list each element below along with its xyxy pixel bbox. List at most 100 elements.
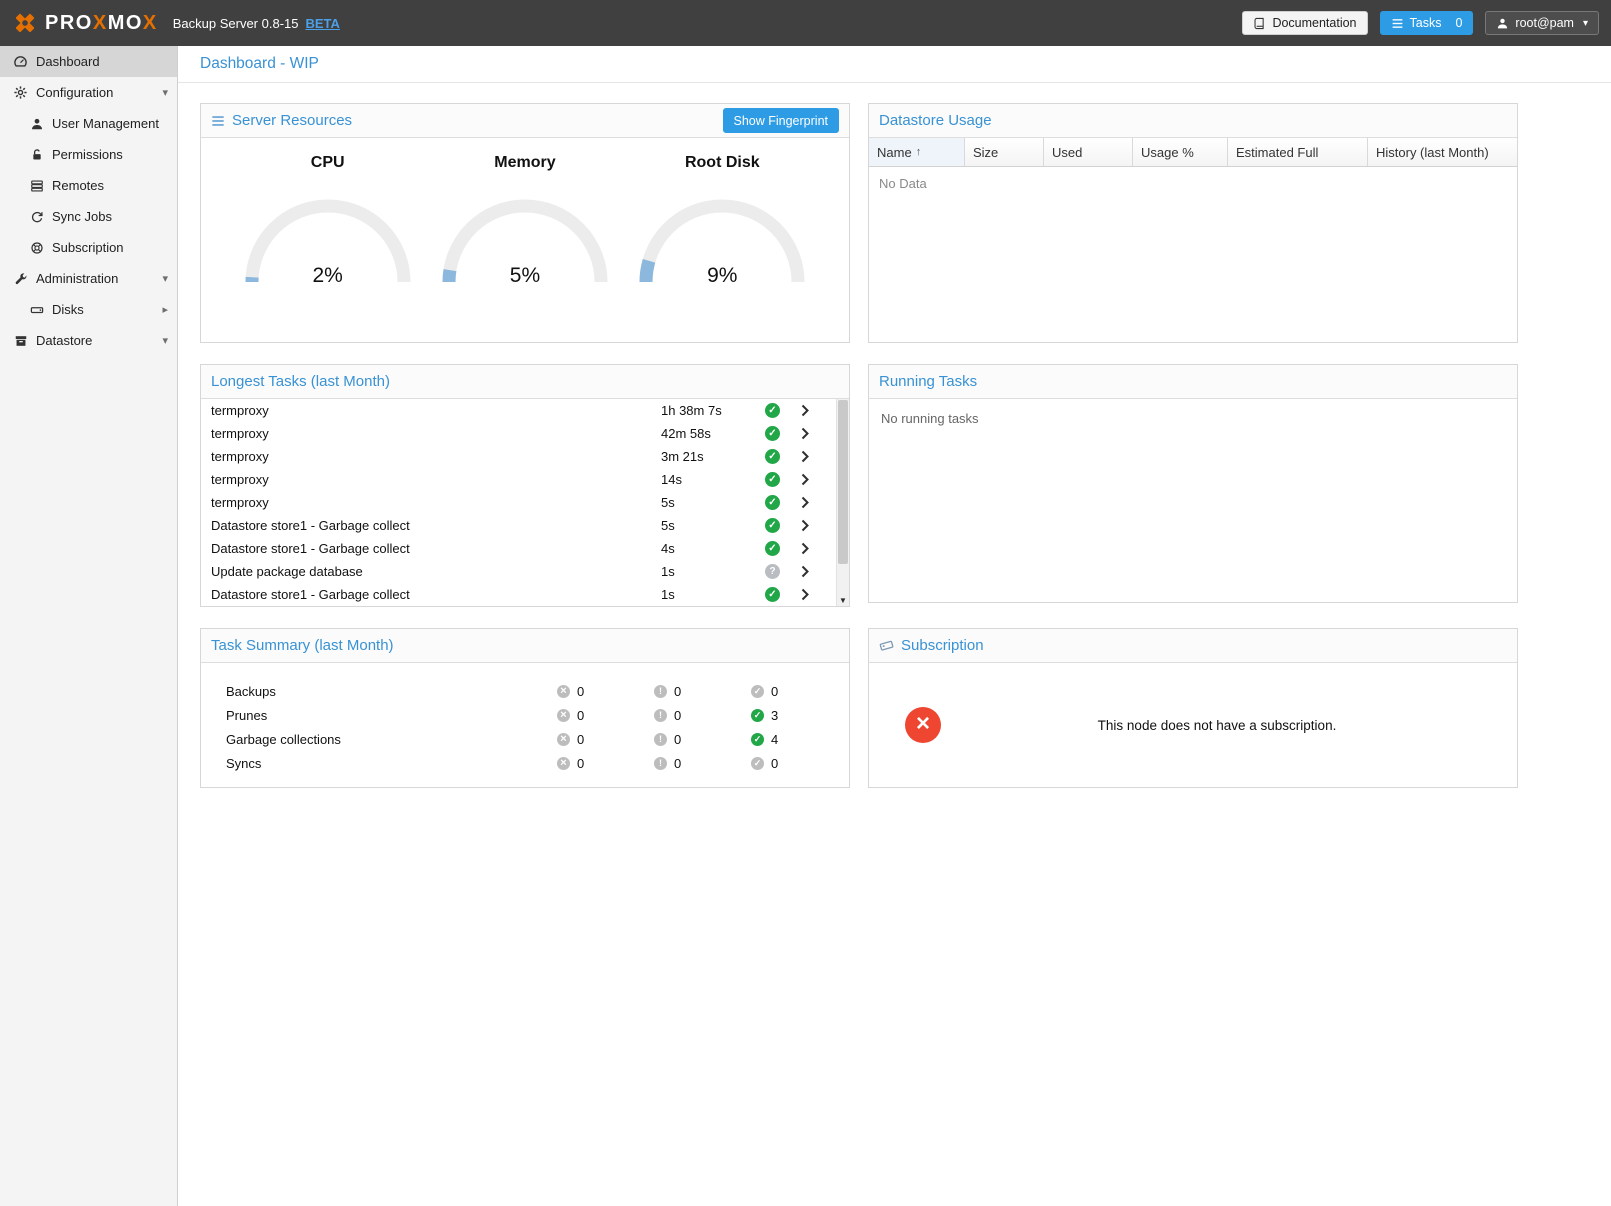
main-area: Dashboard - WIP Server Resources Show Fi…: [178, 46, 1611, 1206]
tasks-button[interactable]: Tasks 0: [1380, 11, 1474, 35]
task-row[interactable]: Datastore store1 - Garbage collect 1s: [201, 583, 849, 606]
error-count: 0: [577, 684, 584, 699]
task-row[interactable]: termproxy 14s: [201, 468, 849, 491]
ok-count-icon: [751, 709, 764, 722]
summary-row: Syncs 0 0 0: [226, 751, 849, 775]
subscription-header: Subscription: [869, 629, 1517, 663]
datastore-usage-header: Datastore Usage: [869, 104, 1517, 138]
column-header-used[interactable]: Used: [1044, 138, 1133, 166]
support-icon: [28, 241, 45, 255]
sidebar-item-label: Subscription: [52, 240, 124, 255]
column-header-history[interactable]: History (last Month): [1368, 138, 1517, 166]
sidebar-item-dashboard[interactable]: Dashboard: [0, 46, 177, 77]
task-name: termproxy: [211, 472, 661, 487]
no-running-tasks-text: No running tasks: [869, 399, 1517, 438]
ok-status-icon: [765, 518, 780, 533]
scrollbar-thumb[interactable]: [838, 400, 848, 564]
chevron-down-icon[interactable]: ▾: [162, 334, 168, 347]
gauge-label: Root Disk: [632, 154, 812, 172]
user-menu-button[interactable]: root@pam ▾: [1485, 11, 1599, 35]
sidebar-item-remotes[interactable]: Remotes: [0, 170, 177, 201]
column-header-name[interactable]: Name ↑: [869, 138, 965, 166]
summary-label: Garbage collections: [226, 732, 557, 747]
dashboard-content: Server Resources Show Fingerprint CPU 2%: [178, 83, 1611, 788]
sidebar-item-disks[interactable]: Disks ▸: [0, 294, 177, 325]
task-name: Datastore store1 - Garbage collect: [211, 518, 661, 533]
server-icon: [28, 179, 45, 193]
unlock-icon: [28, 148, 45, 162]
chevron-right-icon[interactable]: [801, 565, 827, 578]
sidebar-item-label: Disks: [52, 302, 84, 317]
sidebar-item-subscription[interactable]: Subscription: [0, 232, 177, 263]
sidebar-item-configuration[interactable]: Configuration ▾: [0, 77, 177, 108]
task-row[interactable]: Datastore store1 - Garbage collect 4s: [201, 537, 849, 560]
documentation-button[interactable]: Documentation: [1242, 11, 1367, 35]
task-summary-body: Backups 0 0 0 Prunes 0 0 3 Garbage colle…: [201, 663, 849, 775]
sidebar-item-label: Configuration: [36, 85, 113, 100]
sidebar-item-sync-jobs[interactable]: Sync Jobs: [0, 201, 177, 232]
ok-count-icon: [751, 733, 764, 746]
longest-tasks-title: Longest Tasks (last Month): [211, 373, 390, 390]
ok-status-icon: [765, 587, 780, 602]
chevron-right-icon[interactable]: [801, 473, 827, 486]
sidebar-item-datastore[interactable]: Datastore ▾: [0, 325, 177, 356]
chevron-down-icon: ▾: [1583, 18, 1588, 29]
task-name: termproxy: [211, 426, 661, 441]
user-icon: [1496, 17, 1509, 30]
warning-count: 0: [674, 756, 681, 771]
sidebar-item-permissions[interactable]: Permissions: [0, 139, 177, 170]
chevron-right-icon[interactable]: ▸: [162, 303, 168, 316]
task-duration: 42m 58s: [661, 426, 765, 441]
subscription-title: Subscription: [879, 637, 984, 654]
gauge-value: 2%: [238, 264, 418, 288]
sort-asc-icon: ↑: [916, 146, 922, 158]
column-header-estimated-full[interactable]: Estimated Full: [1228, 138, 1368, 166]
show-fingerprint-button[interactable]: Show Fingerprint: [723, 108, 840, 133]
subscription-message: This node does not have a subscription.: [941, 718, 1493, 733]
sidebar-item-user-management[interactable]: User Management: [0, 108, 177, 139]
memory-gauge: Memory 5%: [435, 154, 615, 288]
warning-count: 0: [674, 684, 681, 699]
wrench-icon: [12, 272, 29, 286]
resource-bars-icon: [211, 114, 225, 128]
task-row[interactable]: Update package database 1s: [201, 560, 849, 583]
gauge-value: 9%: [632, 264, 812, 288]
sidebar-item-label: Administration: [36, 271, 118, 286]
running-tasks-header: Running Tasks: [869, 365, 1517, 399]
running-tasks-panel: Running Tasks No running tasks: [868, 364, 1518, 603]
chevron-right-icon[interactable]: [801, 542, 827, 555]
datastore-usage-panel: Datastore Usage Name ↑ Size Used Usage %…: [868, 103, 1518, 343]
summary-label: Syncs: [226, 756, 557, 771]
beta-link[interactable]: BETA: [305, 16, 339, 31]
chevron-right-icon[interactable]: [801, 519, 827, 532]
ok-count-icon: [751, 757, 764, 770]
task-row[interactable]: termproxy 1h 38m 7s: [201, 399, 849, 422]
scrollbar[interactable]: ▼: [836, 399, 849, 606]
chevron-right-icon[interactable]: [801, 496, 827, 509]
scrollbar-down-arrow[interactable]: ▼: [837, 596, 849, 605]
task-name: Update package database: [211, 564, 661, 579]
warning-count-icon: [654, 733, 667, 746]
chevron-down-icon[interactable]: ▾: [162, 86, 168, 99]
task-row[interactable]: termproxy 42m 58s: [201, 422, 849, 445]
task-name: Datastore store1 - Garbage collect: [211, 541, 661, 556]
task-row[interactable]: Datastore store1 - Garbage collect 5s: [201, 514, 849, 537]
task-row[interactable]: termproxy 3m 21s: [201, 445, 849, 468]
gauge-row: CPU 2% Memory: [201, 138, 849, 288]
task-row[interactable]: termproxy 5s: [201, 491, 849, 514]
sidebar-item-administration[interactable]: Administration ▾: [0, 263, 177, 294]
server-resources-header: Server Resources Show Fingerprint: [201, 104, 849, 138]
column-header-size[interactable]: Size: [965, 138, 1044, 166]
warning-count: 0: [674, 732, 681, 747]
task-summary-header: Task Summary (last Month): [201, 629, 849, 663]
chevron-right-icon[interactable]: [801, 450, 827, 463]
page-header: Dashboard - WIP: [178, 46, 1611, 83]
chevron-right-icon[interactable]: [801, 427, 827, 440]
proxmox-logo: PROXMOX: [12, 10, 158, 36]
datastore-usage-title: Datastore Usage: [879, 112, 992, 129]
chevron-right-icon[interactable]: [801, 588, 827, 601]
error-count-icon: [557, 685, 570, 698]
chevron-down-icon[interactable]: ▾: [162, 272, 168, 285]
chevron-right-icon[interactable]: [801, 404, 827, 417]
column-header-usage-pct[interactable]: Usage %: [1133, 138, 1228, 166]
